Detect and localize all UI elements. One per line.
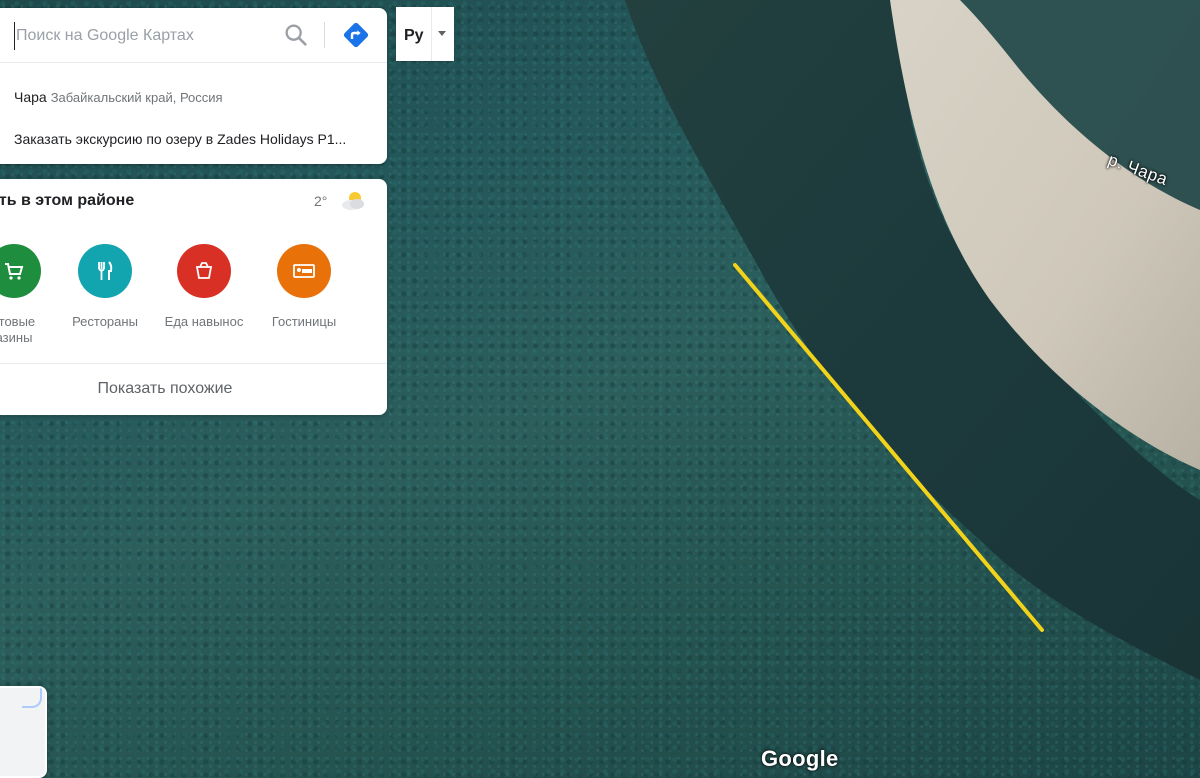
search-input[interactable] xyxy=(14,22,268,50)
dropdown-caret-icon xyxy=(438,31,446,36)
suggestion-primary: Чара xyxy=(14,89,47,105)
takeout-icon xyxy=(195,262,213,279)
mini-map-road xyxy=(22,688,42,708)
category-label: Еда навынос xyxy=(164,314,244,329)
category-circle xyxy=(0,244,41,298)
language-separator xyxy=(431,7,432,61)
category-circle xyxy=(177,244,231,298)
category-hotels[interactable]: Гостиницы xyxy=(254,244,354,330)
cart-icon xyxy=(5,263,24,280)
suggestion-secondary: Забайкальский край, Россия xyxy=(50,90,223,105)
partly-cloudy-icon xyxy=(342,192,364,210)
category-label: Рестораны xyxy=(72,314,138,329)
suggestion-item[interactable]: Заказать экскурсию по озеру в Zades Holi… xyxy=(14,131,374,153)
show-similar-button[interactable]: Показать похожие xyxy=(0,364,340,414)
category-label: Гостиницы xyxy=(271,314,337,329)
search-button[interactable] xyxy=(282,21,310,49)
google-logo: Google xyxy=(761,746,839,771)
directions-button[interactable] xyxy=(340,19,372,51)
category-restaurants[interactable]: Рестораны xyxy=(55,244,155,330)
fork-knife-icon xyxy=(98,261,113,280)
search-box xyxy=(0,8,387,63)
search-divider xyxy=(324,22,325,48)
explore-title: ать в этом районе xyxy=(0,192,135,209)
weather-temperature: 2° xyxy=(314,193,328,209)
explore-nearby-panel: ать в этом районе 2° ктовые азины Рестор… xyxy=(0,179,387,415)
directions-icon xyxy=(343,22,369,48)
bed-icon xyxy=(293,264,315,278)
language-label: Py xyxy=(404,27,424,44)
category-circle xyxy=(277,244,331,298)
suggestion-primary: Заказать экскурсию по озеру в Zades Holi… xyxy=(14,131,347,147)
language-button[interactable]: Py xyxy=(396,7,454,61)
search-icon xyxy=(285,24,307,46)
suggestion-item[interactable]: Чара Забайкальский край, Россия xyxy=(14,89,374,111)
category-circle xyxy=(78,244,132,298)
category-takeout[interactable]: Еда навынос xyxy=(154,244,254,330)
layers-switcher[interactable] xyxy=(0,686,47,778)
search-panel: ЧараЗабайкальский край, Россия Заказать … xyxy=(0,8,387,164)
